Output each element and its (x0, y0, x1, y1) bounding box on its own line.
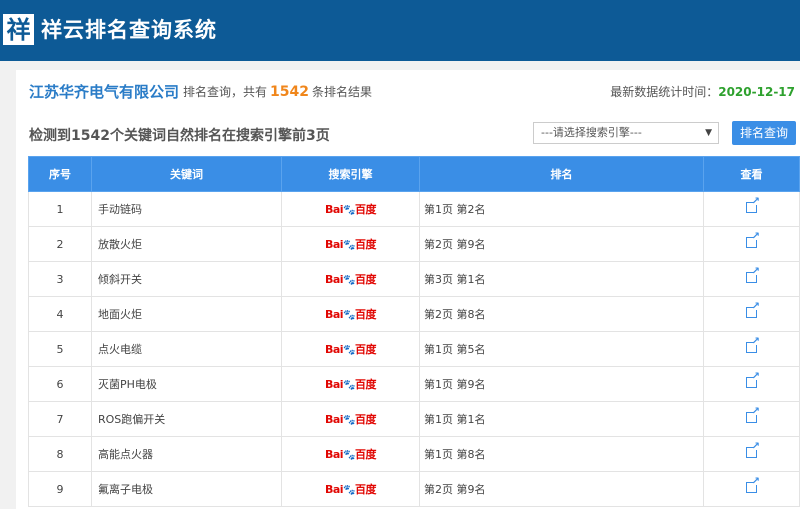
row-rank: 第2页 第9名 (419, 471, 704, 507)
row-engine: Bai🐾百度 (281, 331, 420, 367)
table-row: 2 放散火炬 Bai🐾百度 第2页 第9名 (28, 226, 800, 262)
row-rank: 第1页 第5名 (419, 331, 704, 367)
row-engine: Bai🐾百度 (281, 261, 420, 297)
table-row: 5 点火电缆 Bai🐾百度 第1页 第5名 (28, 331, 800, 367)
row-keyword: 高能点火器 (91, 436, 282, 472)
row-rank: 第3页 第1名 (419, 261, 704, 297)
stat-time-label: 最新数据统计时间： (610, 85, 719, 99)
engine-select-value: ---请选择搜索引擎--- (541, 126, 642, 139)
baidu-logo-icon: Bai🐾百度 (324, 343, 377, 356)
baidu-logo-icon: Bai🐾百度 (324, 238, 377, 251)
row-keyword: 点火电缆 (91, 331, 282, 367)
row-num: 8 (28, 436, 92, 472)
stat-time: 最新数据统计时间：2020-12-17 (610, 83, 795, 100)
result-count: 1542 (270, 84, 309, 100)
external-link-icon[interactable] (746, 371, 760, 388)
baidu-logo-icon: Bai🐾百度 (324, 483, 377, 496)
external-link-icon[interactable] (746, 196, 760, 213)
external-link-icon[interactable] (746, 336, 760, 353)
row-engine: Bai🐾百度 (281, 296, 420, 332)
baidu-logo-icon: Bai🐾百度 (324, 273, 377, 286)
row-num: 7 (28, 401, 92, 437)
baidu-logo-icon: Bai🐾百度 (324, 378, 377, 391)
table-row: 7 ROS跑偏开关 Bai🐾百度 第1页 第1名 (28, 401, 800, 437)
row-rank: 第1页 第9名 (419, 366, 704, 402)
row-rank: 第2页 第9名 (419, 226, 704, 262)
row-engine: Bai🐾百度 (281, 401, 420, 437)
row-rank: 第1页 第1名 (419, 401, 704, 437)
rank-table: 序号 关键词 搜索引擎 排名 查看 1手动链码Bai🐾百度第1页 第2名2放散火… (28, 156, 800, 507)
row-keyword: 氟离子电极 (91, 471, 282, 507)
row-num: 5 (28, 331, 92, 367)
result-summary: 排名查询，共有 1542 条排名结果 (183, 83, 372, 100)
header-num: 序号 (28, 156, 92, 192)
external-link-icon[interactable] (746, 231, 760, 248)
row-rank: 第1页 第8名 (419, 436, 704, 472)
row-view (703, 226, 800, 262)
row-view (703, 296, 800, 332)
external-link-icon[interactable] (746, 441, 760, 458)
rank-query-button[interactable]: 排名查询 (732, 121, 796, 145)
row-view (703, 261, 800, 297)
chevron-down-icon: ▼ (705, 128, 712, 138)
row-keyword: 地面火炬 (91, 296, 282, 332)
row-view (703, 331, 800, 367)
row-num: 6 (28, 366, 92, 402)
row-engine: Bai🐾百度 (281, 436, 420, 472)
row-num: 4 (28, 296, 92, 332)
row-engine: Bai🐾百度 (281, 471, 420, 507)
table-header-row: 序号 关键词 搜索引擎 排名 查看 (28, 156, 800, 192)
row-keyword: 倾斜开关 (91, 261, 282, 297)
header-engine: 搜索引擎 (281, 156, 420, 192)
row-engine: Bai🐾百度 (281, 191, 420, 227)
top-bar: 祥 祥云排名查询系统 (0, 0, 800, 61)
table-row: 3 倾斜开关 Bai🐾百度 第3页 第1名 (28, 261, 800, 297)
row-view (703, 401, 800, 437)
company-name[interactable]: 江苏华齐电气有限公司 (29, 81, 179, 102)
table-row: 1 手动链码 Bai🐾百度 第1页 第2名 (28, 191, 800, 227)
row-keyword: 放散火炬 (91, 226, 282, 262)
row-num: 1 (28, 191, 92, 227)
row-rank: 第2页 第8名 (419, 296, 704, 332)
logo: 祥 (3, 14, 34, 45)
table-row: 9 氟离子电极 Bai🐾百度 第2页 第9名 (28, 471, 800, 507)
external-link-icon[interactable] (746, 301, 760, 318)
header-view: 查看 (703, 156, 800, 192)
detect-summary: 检测到1542个关键词自然排名在搜索引擎前3页 (29, 128, 330, 144)
row-keyword: 手动链码 (91, 191, 282, 227)
row-engine: Bai🐾百度 (281, 366, 420, 402)
row-keyword: ROS跑偏开关 (91, 401, 282, 437)
row-num: 3 (28, 261, 92, 297)
table-row: 4 地面火炬 Bai🐾百度 第2页 第8名 (28, 296, 800, 332)
row-view (703, 366, 800, 402)
external-link-icon[interactable] (746, 406, 760, 423)
baidu-logo-icon: Bai🐾百度 (324, 448, 377, 461)
main-panel: 江苏华齐电气有限公司 排名查询，共有 1542 条排名结果 最新数据统计时间：202… (16, 70, 800, 509)
baidu-logo-icon: Bai🐾百度 (324, 413, 377, 426)
baidu-logo-icon: Bai🐾百度 (324, 308, 377, 321)
summary-suffix: 条排名结果 (311, 85, 372, 99)
external-link-icon[interactable] (746, 266, 760, 283)
engine-select[interactable]: ---请选择搜索引擎--- ▼ (533, 122, 719, 144)
external-link-icon[interactable] (746, 476, 760, 493)
summary-prefix: 排名查询，共有 (183, 85, 268, 99)
table-row: 8 高能点火器 Bai🐾百度 第1页 第8名 (28, 436, 800, 472)
row-num: 2 (28, 226, 92, 262)
row-view (703, 471, 800, 507)
row-rank: 第1页 第2名 (419, 191, 704, 227)
row-num: 9 (28, 471, 92, 507)
row-engine: Bai🐾百度 (281, 226, 420, 262)
table-row: 6 灭菌PH电极 Bai🐾百度 第1页 第9名 (28, 366, 800, 402)
row-keyword: 灭菌PH电极 (91, 366, 282, 402)
stat-time-value: 2020-12-17 (718, 85, 795, 99)
row-view (703, 191, 800, 227)
app-title: 祥云排名查询系统 (41, 18, 217, 42)
row-view (703, 436, 800, 472)
header-keyword: 关键词 (91, 156, 282, 192)
baidu-logo-icon: Bai🐾百度 (324, 203, 377, 216)
header-rank: 排名 (419, 156, 704, 192)
